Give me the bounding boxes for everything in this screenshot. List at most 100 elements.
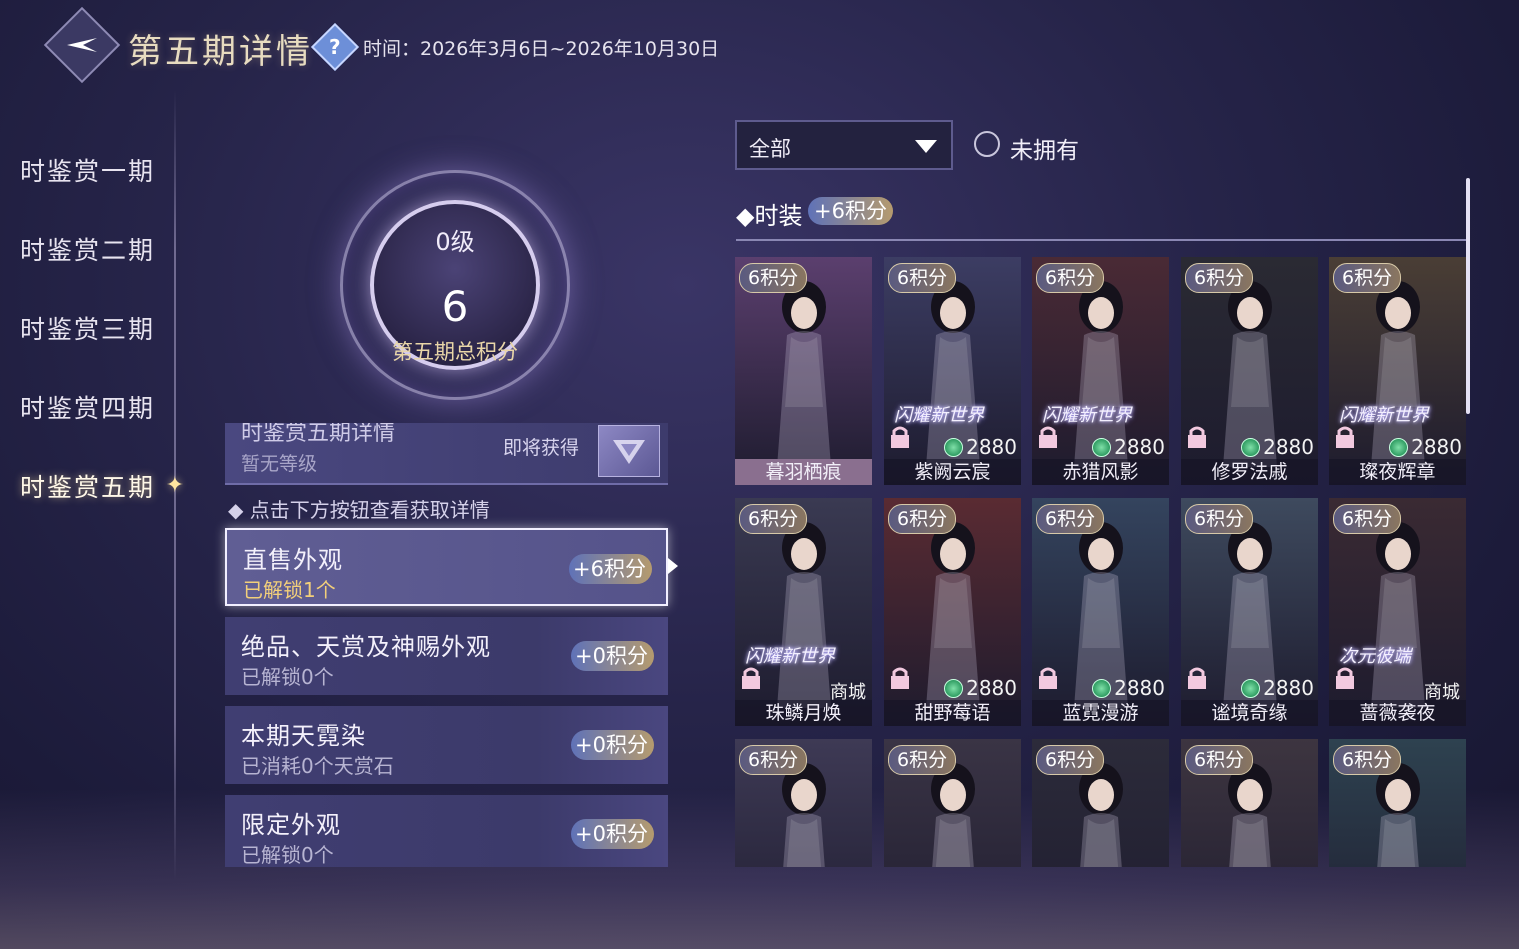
outfit-figure-image [1376, 763, 1420, 867]
category-points: +0积分 [571, 819, 654, 849]
category-points: +6积分 [569, 554, 652, 584]
outfit-card[interactable]: 6积分 2880 蓝霓漫游 [1032, 498, 1169, 726]
points-badge: 6积分 [1185, 745, 1254, 775]
not-owned-label: 未拥有 [1010, 138, 1079, 164]
price: 2880 [1241, 676, 1314, 700]
coin-icon [944, 678, 964, 698]
points-badge: 6积分 [888, 263, 957, 293]
points-badge: 6积分 [1036, 504, 1105, 534]
coin-icon [1389, 437, 1409, 457]
lock-icon [1336, 667, 1354, 689]
price: 2880 [1092, 676, 1165, 700]
outfit-grid: 6积分 暮羽栖痕 6积分 闪耀新世界 2880 紫阙云宸 6积分 闪耀新世界 2880 赤猎风影 6… [735, 257, 1466, 867]
section-title: ◆时装 [736, 202, 803, 230]
price-value: 2880 [1114, 676, 1165, 700]
help-icon[interactable]: ? [310, 22, 360, 72]
category-points: +0积分 [571, 730, 654, 760]
outfit-card[interactable]: 6积分 2880 甜野莓语 [884, 498, 1021, 726]
outfit-card[interactable]: 6积分 次元彼端 商城 蔷薇袭夜 [1329, 498, 1466, 726]
outfit-name: 赤猎风影 [1032, 459, 1169, 485]
category-premium[interactable]: 绝品、天赏及神赐外观 已解锁0个 +0积分 [225, 617, 668, 695]
section-bonus: +6积分 [808, 197, 893, 225]
tier-status: 暂无等级 [241, 453, 318, 475]
price-value: 2880 [966, 676, 1017, 700]
price-value: 2880 [1114, 435, 1165, 459]
coin-icon [1092, 437, 1112, 457]
coin-icon [1241, 678, 1261, 698]
sidebar-item-period-2[interactable]: 时鉴赏二期 [0, 209, 180, 288]
scrollbar[interactable] [1466, 178, 1470, 414]
points-badge: 6积分 [1333, 504, 1402, 534]
outfit-card[interactable]: 6积分 闪耀新世界 2880 璨夜辉章 [1329, 257, 1466, 485]
price: 2880 [1389, 435, 1462, 459]
tier-next-label: 即将获得 [503, 437, 580, 459]
outfit-card[interactable]: 6积分 2880 修罗法戚 [1181, 257, 1318, 485]
price-value: 2880 [1263, 676, 1314, 700]
sidebar-item-period-4[interactable]: 时鉴赏四期 [0, 367, 180, 446]
points-badge: 6积分 [1185, 263, 1254, 293]
score-level: 0级 [435, 228, 475, 256]
points-badge: 6积分 [739, 263, 808, 293]
outfit-card[interactable]: 6积分 [884, 739, 1021, 867]
not-owned-radio[interactable] [974, 131, 1000, 157]
outfit-card[interactable]: 6积分暮羽栖痕 [735, 257, 872, 485]
coin-icon [1241, 437, 1261, 457]
lock-icon [891, 667, 909, 689]
promo-label: 闪耀新世界 [1339, 405, 1429, 426]
points-badge: 6积分 [1333, 745, 1402, 775]
category-limited[interactable]: 限定外观 已解锁0个 +0积分 [225, 795, 668, 867]
hint-text: ◆ 点击下方按钮查看获取详情 [228, 498, 490, 522]
lock-icon [1039, 426, 1057, 448]
lock-icon [1039, 667, 1057, 689]
outfit-card[interactable]: 6积分 闪耀新世界 2880 紫阙云宸 [884, 257, 1021, 485]
outfit-name: 甜野莓语 [884, 700, 1021, 726]
outfit-name: 珠鳞月焕 [735, 700, 872, 726]
price: 2880 [944, 676, 1017, 700]
outfit-name: 暮羽栖痕 [735, 459, 872, 485]
points-badge: 6积分 [739, 504, 808, 534]
outfit-card[interactable]: 6积分 闪耀新世界 商城 珠鳞月焕 [735, 498, 872, 726]
category-direct-sale[interactable]: 直售外观 已解锁1个 +6积分 [225, 528, 678, 606]
filter-dropdown[interactable]: 全部 [735, 120, 953, 170]
outfit-card[interactable]: 6积分 [735, 739, 872, 867]
back-button[interactable] [43, 6, 121, 84]
tier-title: 时鉴赏五期详情 [241, 423, 396, 446]
reward-badge-icon [598, 425, 660, 477]
score-caption: 第五期总积分 [392, 340, 518, 364]
outfit-name: 蔷薇袭夜 [1329, 700, 1466, 726]
promo-label: 次元彼端 [1339, 646, 1411, 667]
outfit-figure-image [1079, 763, 1123, 867]
sidebar-item-period-3[interactable]: 时鉴赏三期 [0, 288, 180, 367]
category-points: +0积分 [571, 641, 654, 671]
points-badge: 6积分 [1036, 263, 1105, 293]
outfit-name: 谧境奇缘 [1181, 700, 1318, 726]
sidebar-item-period-1[interactable]: 时鉴赏一期 [0, 130, 180, 209]
outfit-card[interactable]: 6积分 [1329, 739, 1466, 867]
lock-icon [1188, 426, 1206, 448]
outfit-name: 璨夜辉章 [1329, 459, 1466, 485]
ring-inner: 0级 6 第五期总积分 [370, 200, 540, 370]
outfit-figure-image [1228, 763, 1272, 867]
outfit-card[interactable]: 6积分 2880 谧境奇缘 [1181, 498, 1318, 726]
points-badge: 6积分 [888, 504, 957, 534]
sidebar: 时鉴赏一期 时鉴赏二期 时鉴赏三期 时鉴赏四期 时鉴赏五期 ✦ [0, 130, 184, 525]
outfit-name: 修罗法戚 [1181, 459, 1318, 485]
outfit-card[interactable]: 6积分 [1032, 739, 1169, 867]
outfit-name: 蓝霓漫游 [1032, 700, 1169, 726]
promo-label: 闪耀新世界 [1042, 405, 1132, 426]
score-total: 6 [441, 282, 469, 331]
price-value: 2880 [1263, 435, 1314, 459]
outfit-figure-image [777, 281, 831, 467]
outfit-card[interactable]: 6积分闪耀新世界 2880 赤猎风影 [1032, 257, 1169, 485]
outfit-card[interactable]: 6积分 [1181, 739, 1318, 867]
price: 2880 [1092, 435, 1165, 459]
points-badge: 6积分 [1036, 745, 1105, 775]
tier-bar[interactable]: 时鉴赏五期详情 暂无等级 即将获得 [225, 423, 668, 485]
price: 2880 [944, 435, 1017, 459]
category-dye[interactable]: 本期天霓染 已消耗0个天赏石 +0积分 [225, 706, 668, 784]
lock-icon [891, 426, 909, 448]
chevron-down-icon [915, 140, 937, 153]
sidebar-item-period-5[interactable]: 时鉴赏五期 ✦ [0, 446, 184, 525]
coin-icon [1092, 678, 1112, 698]
price-value: 2880 [1411, 435, 1462, 459]
